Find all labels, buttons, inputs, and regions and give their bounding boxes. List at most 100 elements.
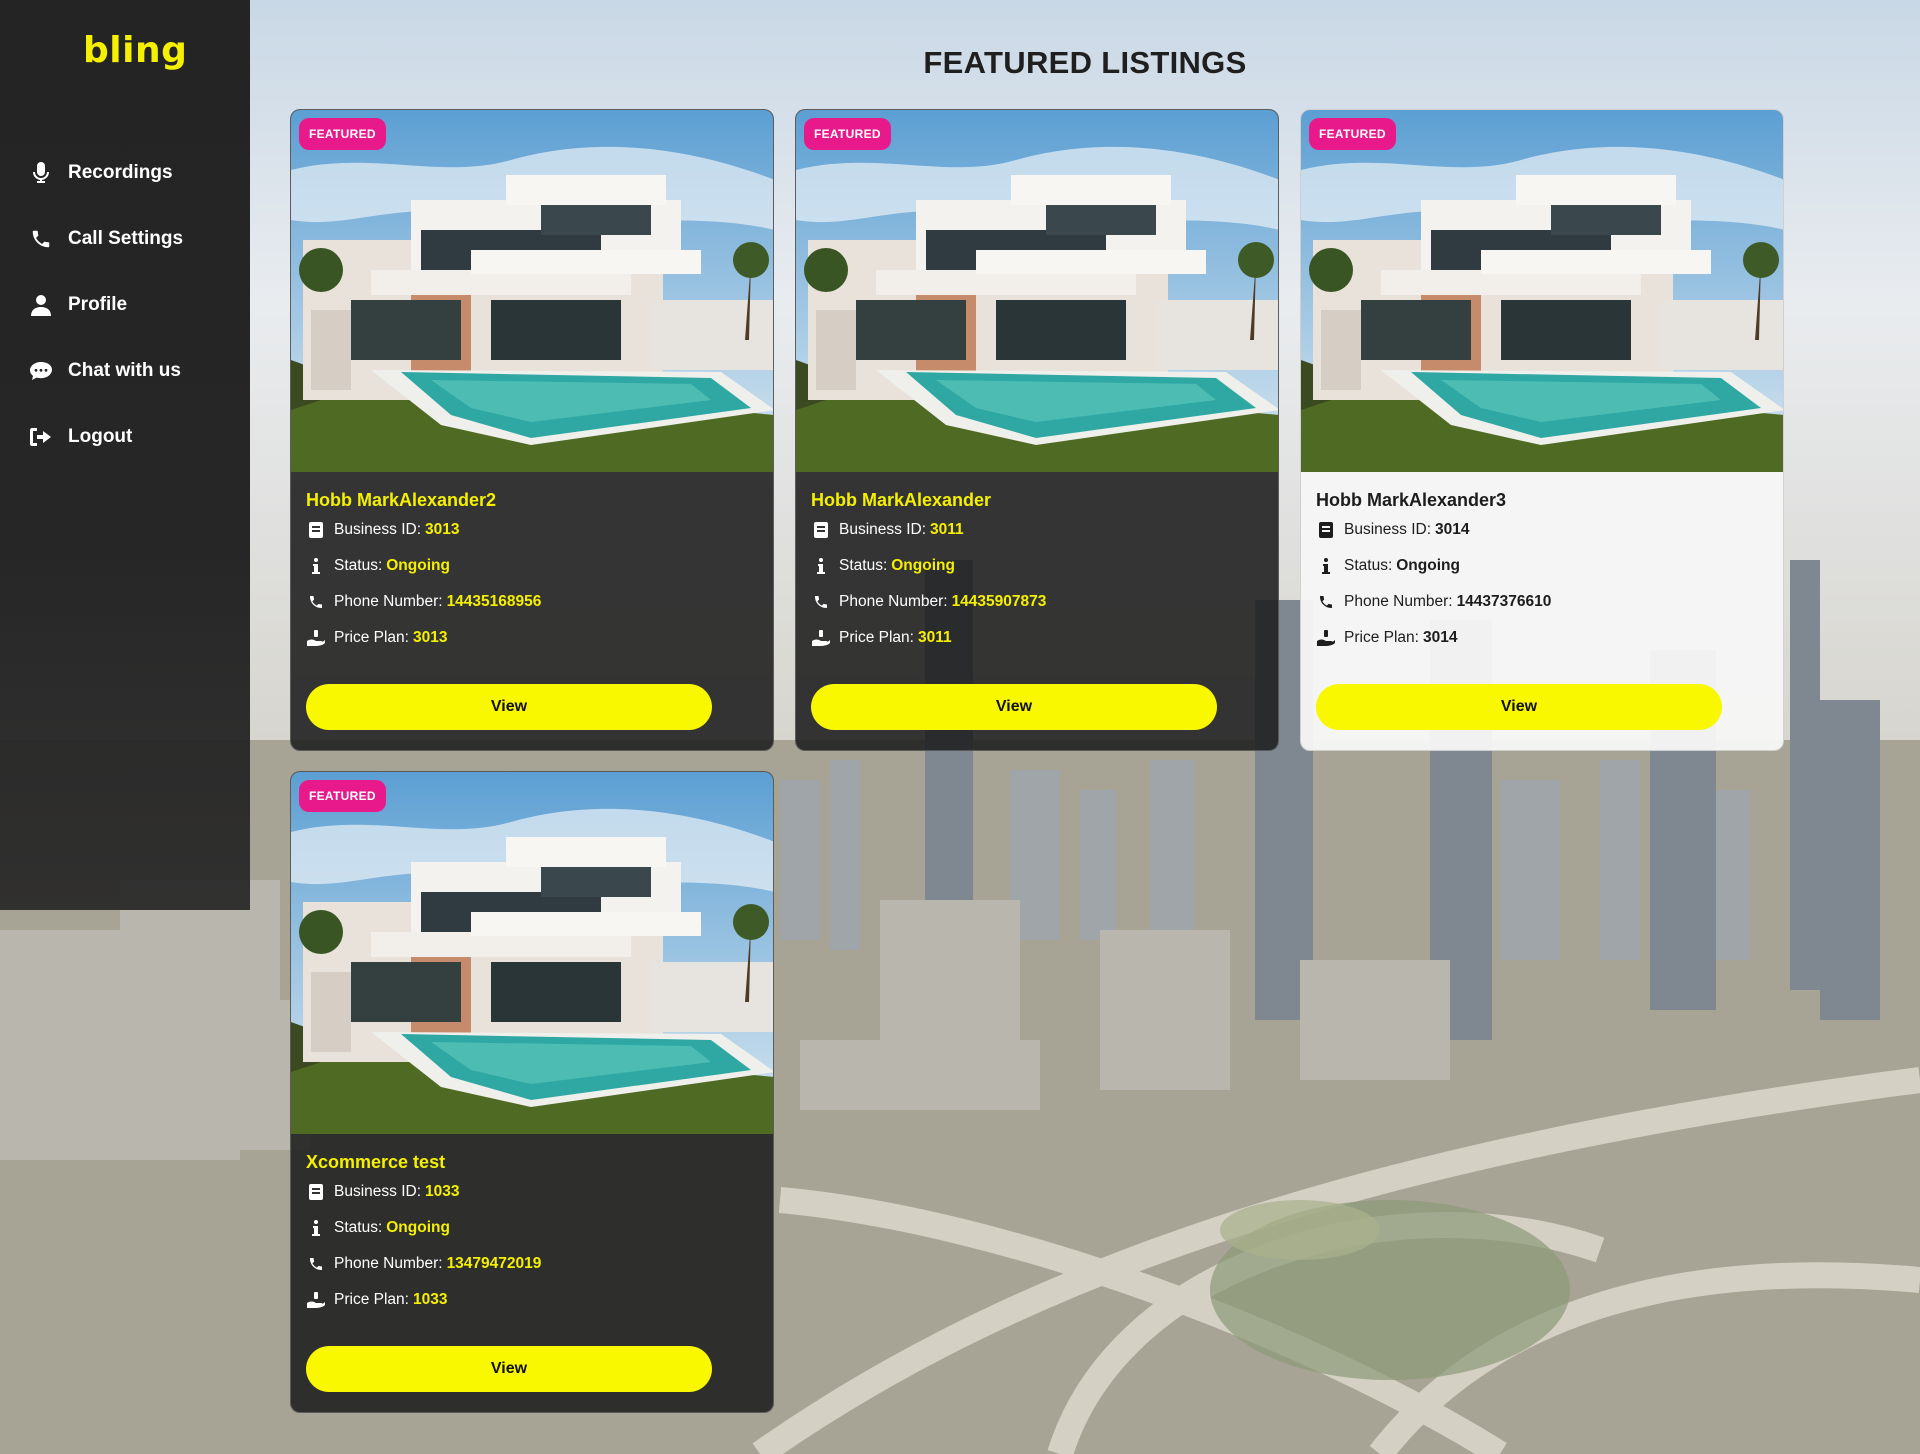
sidebar-item-recordings[interactable]: Recordings [0, 140, 250, 206]
listing-card: FEATURED Xcommerce test Business ID: 103… [290, 771, 774, 1413]
field-label: Phone Number: [334, 1255, 443, 1272]
field-label: Business ID: [334, 521, 422, 538]
phone-icon [1316, 594, 1336, 610]
info-icon [306, 558, 326, 574]
phone-row: Phone Number: 14435168956 [306, 584, 760, 620]
listing-name[interactable]: Xcommerce test [306, 1152, 760, 1174]
sidebar-item-label: Recordings [68, 162, 173, 183]
phone-value: 14435168956 [446, 593, 542, 610]
phone-row: Phone Number: 13479472019 [306, 1246, 760, 1282]
phone-row: Phone Number: 14435907873 [811, 584, 1265, 620]
view-button[interactable]: View [306, 684, 712, 730]
id-card-icon [306, 522, 326, 538]
sidebar-item-logout[interactable]: Logout [0, 404, 250, 470]
phone-value: 13479472019 [446, 1255, 542, 1272]
sidebar-item-chat[interactable]: Chat with us [0, 338, 250, 404]
listing-photo [796, 110, 1279, 472]
business-id-row: Business ID: 3014 [1316, 512, 1770, 548]
listing-photo [291, 772, 774, 1134]
business-id-value: 3014 [1435, 521, 1470, 538]
price-plan-row: Price Plan: 1033 [306, 1282, 760, 1318]
sidebar-item-call-settings[interactable]: Call Settings [0, 206, 250, 272]
listing-photo [1301, 110, 1784, 472]
status-value: Ongoing [1396, 557, 1460, 574]
sidebar-item-label: Logout [68, 426, 133, 447]
id-card-icon [1316, 522, 1336, 538]
phone-row: Phone Number: 14437376610 [1316, 584, 1770, 620]
field-label: Price Plan: [1344, 629, 1419, 646]
featured-badge: FEATURED [804, 118, 891, 150]
price-plan-row: Price Plan: 3013 [306, 620, 760, 656]
listing-card: FEATURED Hobb MarkAlexander Business ID:… [795, 109, 1279, 751]
business-id-row: Business ID: 3011 [811, 512, 1265, 548]
field-label: Phone Number: [1344, 593, 1453, 610]
app-logo[interactable]: bling [83, 30, 187, 71]
business-id-row: Business ID: 3013 [306, 512, 760, 548]
price-plan-value: 3014 [1422, 629, 1458, 646]
field-label: Business ID: [839, 521, 927, 538]
price-plan-row: Price Plan: 3014 [1316, 620, 1770, 656]
status-value: Ongoing [386, 557, 450, 574]
user-icon [28, 293, 54, 317]
business-id-value: 3013 [425, 521, 460, 538]
phone-icon [306, 1256, 326, 1272]
field-label: Phone Number: [839, 593, 948, 610]
status-value: Ongoing [386, 1219, 450, 1236]
status-row: Status: Ongoing [306, 548, 760, 584]
hand-money-icon [1316, 630, 1336, 646]
field-label: Business ID: [334, 1183, 422, 1200]
price-plan-value: 3013 [412, 629, 448, 646]
phone-icon [811, 594, 831, 610]
price-plan-value: 3011 [917, 629, 952, 646]
field-label: Phone Number: [334, 593, 443, 610]
price-plan-value: 1033 [412, 1291, 448, 1308]
sidebar-item-label: Profile [68, 294, 128, 315]
listing-name[interactable]: Hobb MarkAlexander [811, 490, 1265, 512]
hand-money-icon [306, 630, 326, 646]
hand-money-icon [811, 630, 831, 646]
featured-badge: FEATURED [1309, 118, 1396, 150]
field-label: Status: [1344, 557, 1393, 574]
business-id-value: 1033 [425, 1183, 460, 1200]
view-button[interactable]: View [306, 1346, 712, 1392]
featured-badge: FEATURED [299, 780, 386, 812]
listing-name[interactable]: Hobb MarkAlexander3 [1316, 490, 1770, 512]
business-id-value: 3011 [930, 521, 964, 538]
featured-badge: FEATURED [299, 118, 386, 150]
view-button[interactable]: View [1316, 684, 1722, 730]
price-plan-row: Price Plan: 3011 [811, 620, 1265, 656]
microphone-icon [28, 161, 54, 185]
sidebar: bling Recordings Call Settings Profile C… [0, 0, 250, 910]
listing-card: FEATURED Hobb MarkAlexander3 Business ID… [1300, 109, 1784, 751]
listing-name[interactable]: Hobb MarkAlexander2 [306, 490, 760, 512]
business-id-row: Business ID: 1033 [306, 1174, 760, 1210]
field-label: Price Plan: [334, 629, 409, 646]
field-label: Price Plan: [839, 629, 914, 646]
status-row: Status: Ongoing [811, 548, 1265, 584]
status-row: Status: Ongoing [1316, 548, 1770, 584]
phone-value: 14435907873 [951, 593, 1047, 610]
status-row: Status: Ongoing [306, 1210, 760, 1246]
phone-icon [306, 594, 326, 610]
sidebar-item-label: Call Settings [68, 228, 184, 249]
hand-money-icon [306, 1292, 326, 1308]
page-title: FEATURED LISTINGS [923, 45, 1247, 80]
sidebar-item-label: Chat with us [68, 360, 181, 381]
status-value: Ongoing [891, 557, 955, 574]
field-label: Status: [839, 557, 888, 574]
id-card-icon [306, 1184, 326, 1200]
info-icon [306, 1220, 326, 1236]
view-button[interactable]: View [811, 684, 1217, 730]
phone-value: 14437376610 [1456, 593, 1552, 610]
field-label: Status: [334, 1219, 383, 1236]
field-label: Status: [334, 557, 383, 574]
logout-icon [28, 425, 54, 449]
field-label: Business ID: [1344, 521, 1432, 538]
info-icon [811, 558, 831, 574]
info-icon [1316, 558, 1336, 574]
listing-photo [291, 110, 774, 472]
sidebar-item-profile[interactable]: Profile [0, 272, 250, 338]
id-card-icon [811, 522, 831, 538]
sidebar-nav: Recordings Call Settings Profile Chat wi… [0, 140, 250, 470]
phone-icon [28, 227, 54, 251]
